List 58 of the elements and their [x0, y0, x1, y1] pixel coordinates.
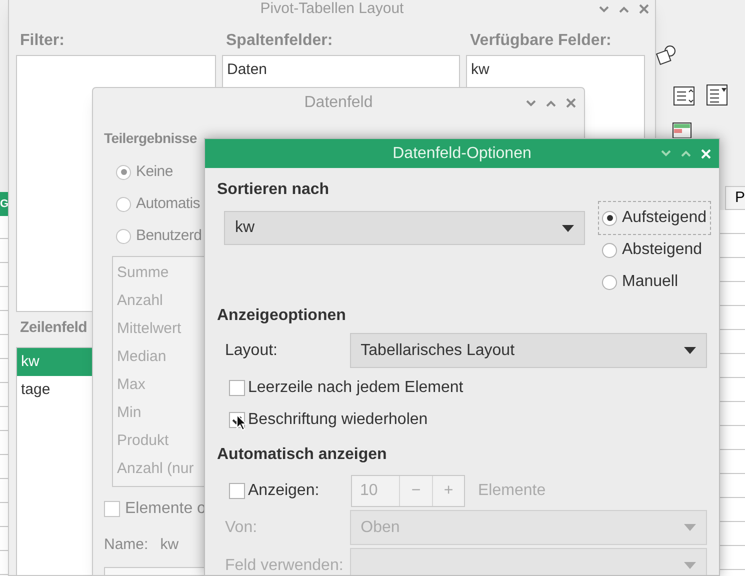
window-title: Datenfeld-Optionen [392, 144, 532, 164]
close-icon[interactable] [566, 98, 576, 108]
list-icon[interactable] [673, 86, 695, 106]
list-item[interactable]: kw [467, 56, 644, 84]
field-name: kw [160, 535, 179, 555]
caret-icon [684, 562, 696, 569]
radio-label: Benutzerd [136, 226, 202, 246]
minimize-icon[interactable] [661, 150, 671, 157]
maximize-icon[interactable] [681, 150, 691, 157]
section-heading: Anzeigeoptionen [217, 306, 347, 326]
section-label: Teilergebnisse [104, 129, 197, 148]
radio-label: Aufsteigend [622, 208, 707, 228]
table-icon[interactable] [672, 122, 694, 138]
caret-icon [562, 224, 574, 232]
radio-button[interactable] [116, 196, 131, 212]
section-heading: Sortieren nach [217, 180, 330, 200]
layout-dropdown[interactable]: Tabellarisches Layout [350, 333, 707, 368]
maximize-icon[interactable] [619, 6, 629, 12]
mouse-pointer-icon [236, 414, 247, 431]
minimize-icon[interactable] [599, 6, 609, 12]
radio-label: Automatis [136, 194, 200, 214]
list-item[interactable]: Daten [223, 56, 459, 84]
maximize-icon[interactable] [546, 100, 556, 106]
section-label: Verfügbare Felder: [469, 31, 612, 49]
field-label: Feld verwenden: [225, 556, 344, 575]
list-icon[interactable] [706, 84, 728, 106]
window-title: Datenfeld [304, 93, 373, 113]
radio-button[interactable] [602, 210, 617, 226]
unit-label: Elemente [478, 481, 546, 501]
field-label: Name: [104, 535, 148, 555]
caret-icon [684, 524, 696, 531]
field-label: Von: [225, 518, 258, 538]
radio-button[interactable] [602, 274, 617, 290]
radio-label: Keine [136, 162, 173, 182]
caret-icon [684, 347, 696, 354]
section-heading: Automatisch anzeigen [217, 445, 388, 465]
radio-button[interactable] [116, 228, 131, 244]
checkbox-label: Beschriftung wiederholen [248, 410, 428, 430]
checkbox-label: Anzeigen: [248, 481, 320, 501]
section-label: Zeilenfeld [19, 318, 88, 337]
checkbox[interactable] [229, 483, 245, 499]
checkbox[interactable] [104, 501, 120, 517]
check-icon [231, 414, 243, 426]
close-icon[interactable] [639, 4, 649, 14]
radio-button[interactable] [602, 242, 617, 258]
checkbox[interactable] [229, 380, 245, 396]
column-header[interactable]: P [725, 186, 745, 210]
checkbox-label: Leerzeile nach jedem Element [248, 378, 464, 398]
shapes-icon[interactable] [655, 44, 677, 66]
minimize-icon[interactable] [526, 100, 536, 106]
radio-label: Manuell [622, 272, 678, 292]
radio-label: Absteigend [622, 240, 702, 260]
field-label: Layout: [225, 340, 278, 360]
section-label: Filter: [19, 31, 66, 49]
radio-button[interactable] [116, 164, 131, 180]
sort-field-dropdown[interactable]: kw [224, 211, 585, 245]
window-title: Pivot-Tabellen Layout [260, 1, 404, 17]
section-label: Spaltenfelder: [225, 31, 334, 49]
